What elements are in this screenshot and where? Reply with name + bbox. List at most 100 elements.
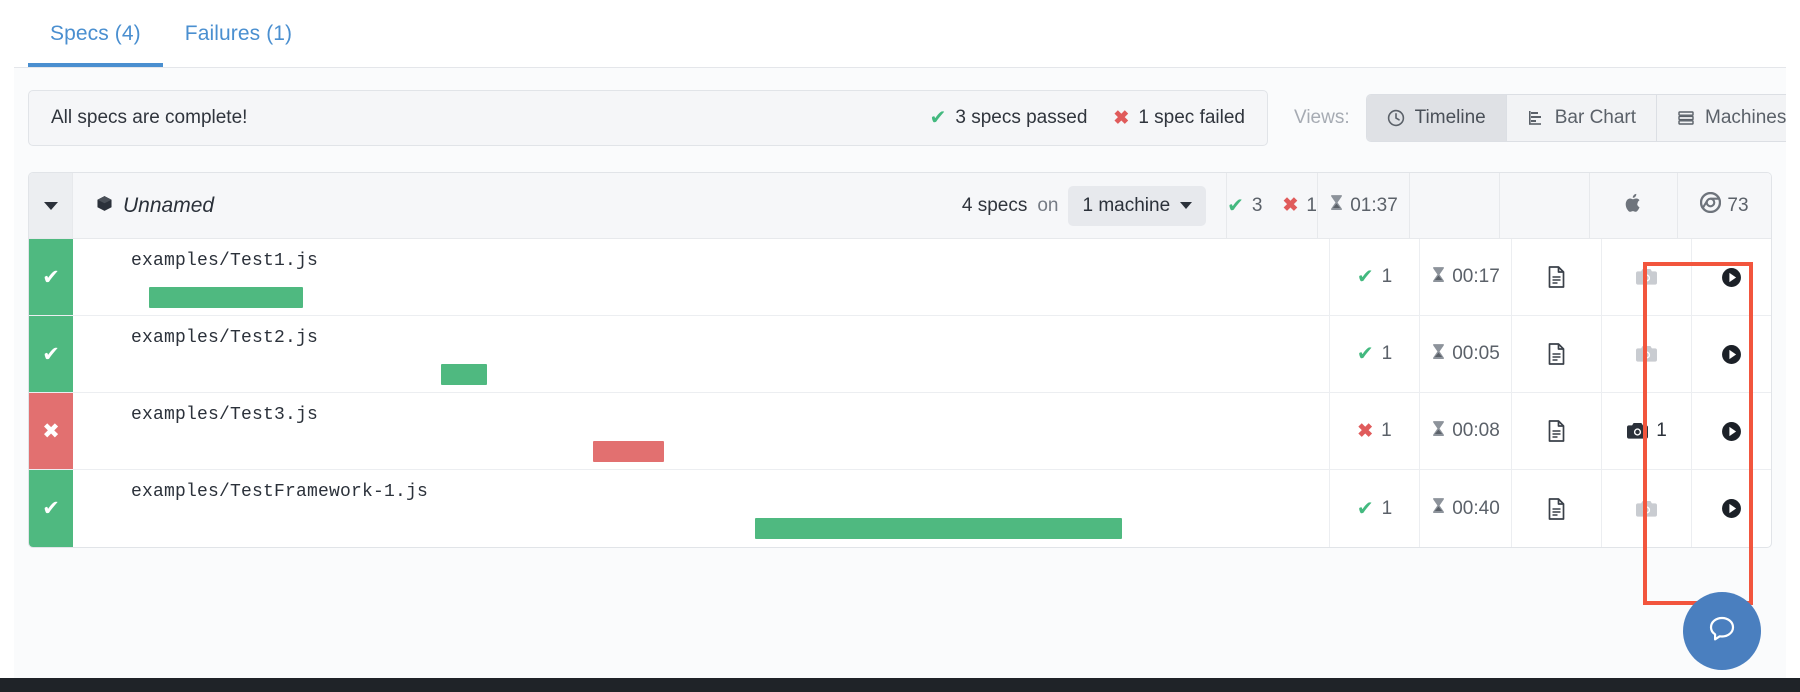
group-browser-version: 73: [1727, 195, 1748, 217]
spec-duration: 00:05: [1452, 343, 1500, 365]
spec-screenshots-button[interactable]: 1: [1601, 393, 1691, 469]
tab-failures-label: Failures (1): [185, 22, 292, 46]
specs-passed-label: 3 specs passed: [955, 107, 1087, 129]
group-failed-stat: ✖ 1: [1283, 195, 1318, 217]
spec-passed-count: 1: [1382, 498, 1393, 520]
x-icon: ✖: [42, 419, 60, 444]
play-icon: [1721, 267, 1742, 288]
check-icon: ✔: [1227, 196, 1244, 216]
spec-screenshots-button: [1601, 316, 1691, 392]
chevron-down-icon: [44, 202, 58, 210]
spec-main: examples/Test3.js: [73, 393, 1329, 469]
group-header-row: Unnamed 4 specs on 1 machine ✔ 3: [29, 173, 1771, 239]
hourglass-icon: [1431, 420, 1446, 443]
views-button-group: Timeline Bar Chart: [1366, 94, 1800, 142]
hourglass-icon: [1329, 194, 1344, 217]
view-button-bar-chart[interactable]: Bar Chart: [1507, 95, 1657, 141]
spec-status-indicator: ✖: [29, 393, 73, 469]
group-machines: 4 specs on 1 machine: [962, 173, 1226, 238]
tab-specs-label: Specs (4): [50, 22, 141, 46]
spec-log-button[interactable]: [1511, 393, 1601, 469]
spec-log-button[interactable]: [1511, 239, 1601, 315]
spec-status-indicator: ✔: [29, 239, 73, 315]
spec-status-indicator: ✔: [29, 470, 73, 547]
document-icon: [1547, 420, 1566, 442]
spec-timeline: [131, 287, 1315, 308]
machines-icon: [1677, 109, 1695, 127]
status-message: All specs are complete!: [51, 107, 930, 129]
spec-video-button[interactable]: [1691, 239, 1771, 315]
chrome-icon: [1700, 192, 1721, 219]
spec-duration: 00:40: [1452, 498, 1500, 520]
group-duration-cell: 01:37: [1317, 173, 1409, 238]
bottom-bar: [0, 678, 1800, 692]
spec-counts-cell: ✔1: [1329, 239, 1419, 315]
document-icon: [1547, 498, 1566, 520]
spec-main: examples/TestFramework-1.js: [73, 470, 1329, 547]
group-os-cell: [1589, 173, 1677, 238]
view-button-machines[interactable]: Machines: [1657, 95, 1800, 141]
camera-icon: [1635, 499, 1658, 519]
status-row: All specs are complete! ✔ 3 specs passed…: [28, 90, 1772, 146]
spec-name: examples/Test2.js: [131, 328, 1329, 348]
specs-failed-stat: ✖ 1 spec failed: [1113, 107, 1245, 129]
page-body: All specs are complete! ✔ 3 specs passed…: [0, 68, 1800, 692]
spec-row[interactable]: ✔ examples/Test1.js ✔1 00:17: [29, 239, 1771, 316]
spec-log-button[interactable]: [1511, 316, 1601, 392]
spec-screenshots-button: [1601, 470, 1691, 547]
group-title: Unnamed: [73, 173, 962, 238]
status-stats: ✔ 3 specs passed ✖ 1 spec failed: [930, 107, 1245, 129]
spec-count-stat: ✔1: [1357, 266, 1392, 288]
specs-failed-label: 1 spec failed: [1138, 107, 1245, 129]
spec-log-button[interactable]: [1511, 470, 1601, 547]
spec-status-indicator: ✔: [29, 316, 73, 392]
x-icon: ✖: [1283, 196, 1299, 215]
spec-timeline: [131, 518, 1315, 539]
document-icon: [1547, 266, 1566, 288]
check-icon: ✔: [930, 108, 947, 128]
spec-count-stat: ✔1: [1357, 343, 1392, 365]
specs-passed-stat: ✔ 3 specs passed: [930, 107, 1088, 129]
document-icon: [1547, 343, 1566, 365]
play-icon: [1721, 498, 1742, 519]
spec-name: examples/Test1.js: [131, 251, 1329, 271]
spec-video-button[interactable]: [1691, 470, 1771, 547]
spec-timeline-bar: [593, 441, 664, 462]
hourglass-icon: [1431, 343, 1446, 366]
spec-row[interactable]: ✔examples/TestFramework-1.js✔100:40: [29, 470, 1771, 547]
spec-main: examples/Test1.js: [73, 239, 1329, 315]
cypress-dashboard-runs-view: Specs (4) Failures (1) All specs are com…: [0, 0, 1800, 692]
play-icon: [1721, 344, 1742, 365]
group-name: Unnamed: [123, 194, 214, 218]
spec-video-button[interactable]: [1691, 316, 1771, 392]
play-icon: [1721, 421, 1742, 442]
spec-screenshots-button: [1601, 239, 1691, 315]
check-icon: ✔: [1357, 344, 1374, 364]
spec-row[interactable]: ✔ examples/Test2.js ✔1 00:05: [29, 316, 1771, 393]
help-chat-button[interactable]: [1683, 592, 1761, 670]
spec-duration: 00:17: [1452, 266, 1500, 288]
group-browser-cell: 73: [1677, 173, 1771, 238]
check-icon: ✔: [1357, 499, 1374, 519]
group-on-label: on: [1037, 195, 1058, 217]
right-edge: [1786, 0, 1800, 678]
apple-icon: [1624, 192, 1644, 220]
tab-failures[interactable]: Failures (1): [163, 0, 314, 67]
view-button-bar-chart-label: Bar Chart: [1555, 107, 1636, 129]
x-icon: ✖: [1357, 422, 1373, 441]
results-card: Unnamed 4 specs on 1 machine ✔ 3: [28, 172, 1772, 548]
spec-video-button[interactable]: [1691, 393, 1771, 469]
group-duration: 01:37: [1350, 195, 1398, 217]
spec-timeline-bar: [441, 364, 487, 385]
spec-timeline-bar: [755, 518, 1122, 539]
spec-timeline: [131, 441, 1315, 462]
spec-count-stat: ✖1: [1357, 420, 1392, 442]
machine-select[interactable]: 1 machine: [1068, 186, 1206, 226]
spec-counts-cell: ✔1: [1329, 470, 1419, 547]
tab-specs[interactable]: Specs (4): [28, 0, 163, 67]
spec-row[interactable]: ✖examples/Test3.js✖100:081: [29, 393, 1771, 470]
machine-select-value: 1 machine: [1082, 195, 1170, 217]
view-button-timeline[interactable]: Timeline: [1367, 95, 1507, 141]
chat-bubble-icon: [1703, 610, 1741, 653]
group-collapse-toggle[interactable]: [29, 173, 73, 238]
